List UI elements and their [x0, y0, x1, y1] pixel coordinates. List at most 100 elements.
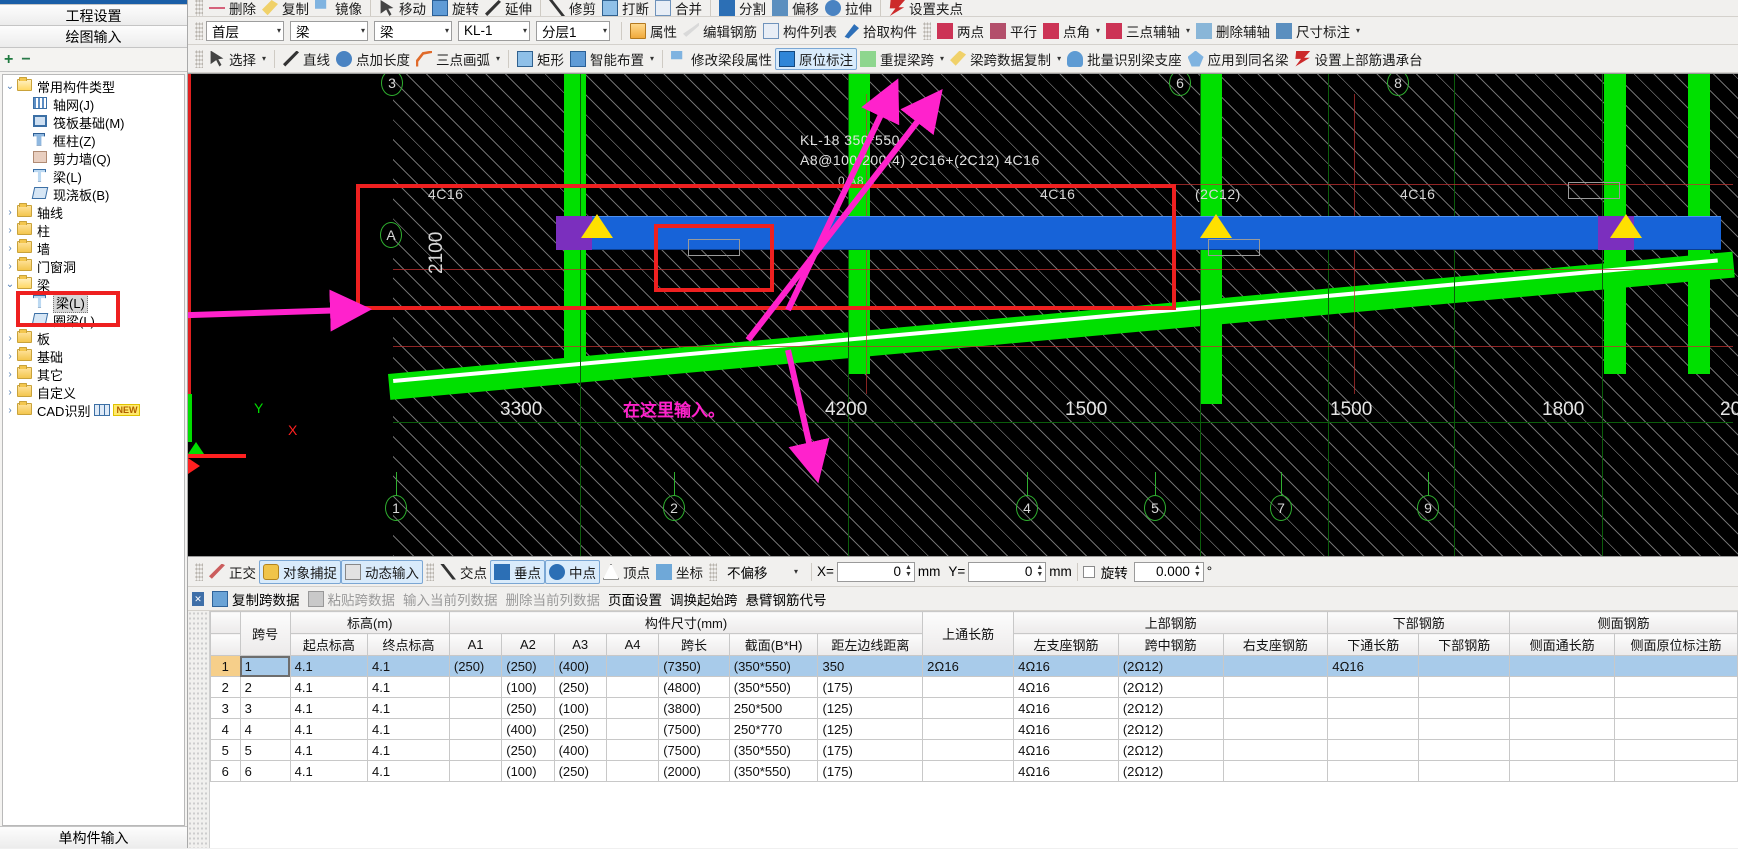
tree-item-其它[interactable]: › 其它: [3, 364, 184, 383]
chevron-right-icon[interactable]: ›: [3, 333, 17, 344]
cell-side_insitu[interactable]: [1613, 655, 1738, 677]
column-header-A1[interactable]: A1: [448, 633, 503, 656]
chevron-down-icon[interactable]: ▾: [361, 26, 365, 35]
cell-a2[interactable]: (400): [501, 718, 555, 740]
cell-left_dist[interactable]: (125): [817, 697, 924, 719]
cell-span_len[interactable]: (7500): [658, 718, 730, 740]
toolbar-grip[interactable]: [426, 562, 434, 581]
toolbar-item-平行[interactable]: 平行: [987, 20, 1040, 42]
chevron-down-icon[interactable]: ▾: [1096, 26, 1100, 35]
row-number[interactable]: 1: [210, 655, 241, 677]
chevron-down-icon[interactable]: ▾: [794, 567, 798, 576]
cell-side_through[interactable]: [1509, 697, 1615, 719]
column-header-跨长[interactable]: 跨长: [658, 633, 730, 656]
cell-left_support[interactable]: 4Ω16: [1013, 676, 1119, 698]
cell-a4[interactable]: [605, 760, 660, 782]
tree-item-轴网j[interactable]: 轴网(J): [3, 95, 184, 113]
cell-end_elev[interactable]: 4.1: [367, 655, 450, 677]
column-header-终点标高[interactable]: 终点标高: [367, 633, 450, 656]
span-marker-3[interactable]: [1610, 214, 1642, 238]
cell-side_through[interactable]: [1509, 676, 1615, 698]
cell-start_elev[interactable]: 4.1: [289, 760, 369, 782]
span-data-grid[interactable]: 跨号 标高(m) 构件尺寸(mm) 上通长筋 上部钢筋 下部钢筋 侧面钢筋 起点标高 终点标高 A…: [188, 611, 1738, 848]
project-settings-button[interactable]: 工程设置: [0, 4, 187, 26]
toolbar-item-梁跨数据复制[interactable]: 梁跨数据复制 ▾: [947, 48, 1064, 70]
tree-item-常用构件类型[interactable]: ⌄ 常用构件类型: [3, 76, 184, 95]
toolbar-item-分割[interactable]: 分割: [716, 0, 769, 16]
tree-item-现浇板b[interactable]: 现浇板(B): [3, 185, 184, 203]
cell-a3[interactable]: (250): [553, 676, 607, 698]
toolbar-grip[interactable]: [195, 0, 203, 16]
tree-item-梁l[interactable]: 梁(L): [3, 167, 184, 185]
cell-top_through[interactable]: [922, 718, 1015, 740]
drawing-input-button[interactable]: 绘图输入: [0, 26, 187, 48]
row-number[interactable]: 3: [210, 697, 241, 719]
toolbar-item-打断[interactable]: 打断: [599, 0, 652, 16]
table-row[interactable]: 1 1 4.1 4.1 (250) (250) (400) (7350) (350*550) 35…: [210, 655, 1738, 677]
toolbar-item-智能布置[interactable]: 智能布置 ▾: [567, 48, 657, 70]
cell-right_support[interactable]: [1222, 760, 1329, 782]
rotate-checkbox[interactable]: [1082, 565, 1095, 578]
column-header-左支座钢筋[interactable]: 左支座钢筋: [1013, 633, 1119, 656]
cell-left_dist[interactable]: (175): [817, 760, 924, 782]
cell-section[interactable]: (350*550): [728, 655, 819, 677]
spinner-icon[interactable]: ▲ ▼: [905, 564, 912, 578]
chevron-right-icon[interactable]: ›: [3, 225, 17, 236]
toolbar-item-点加长度[interactable]: 点加长度: [333, 48, 413, 70]
cell-a4[interactable]: [605, 697, 660, 719]
cell-bottom_rebar[interactable]: [1418, 760, 1511, 782]
cell-a3[interactable]: (400): [553, 655, 607, 677]
chevron-right-icon[interactable]: ›: [3, 261, 17, 272]
column-header-跨中钢筋[interactable]: 跨中钢筋: [1117, 633, 1224, 656]
cell-span_no[interactable]: 4: [239, 718, 291, 740]
cell-end_elev[interactable]: 4.1: [367, 760, 450, 782]
cell-left_support[interactable]: 4Ω16: [1013, 718, 1119, 740]
y-input[interactable]: 0 ▲ ▼: [968, 561, 1047, 582]
snap-toggle-正交[interactable]: 正交: [206, 561, 259, 583]
cell-right_support[interactable]: [1222, 697, 1329, 719]
cell-right_support[interactable]: [1222, 718, 1329, 740]
toolbar-item-两点[interactable]: 两点: [934, 20, 987, 42]
cell-bottom_rebar[interactable]: [1418, 697, 1511, 719]
cell-side_insitu[interactable]: [1613, 697, 1738, 719]
axis-bubble-7[interactable]: 7: [1270, 495, 1292, 521]
tree-item-筏板基础m[interactable]: 筏板基础(M): [3, 113, 184, 131]
cell-span_no[interactable]: 6: [239, 760, 291, 782]
cell-side_through[interactable]: [1509, 760, 1615, 782]
snap-toggle-对象捕捉[interactable]: 对象捕捉: [259, 559, 341, 584]
cell-end_elev[interactable]: 4.1: [367, 739, 450, 761]
cell-side_insitu[interactable]: [1613, 676, 1738, 698]
tree-item-板[interactable]: › 板: [3, 328, 184, 347]
toolbar-item-编辑钢筋[interactable]: 编辑钢筋: [680, 20, 760, 42]
column-header-A2[interactable]: A2: [501, 633, 555, 656]
toolbar-grip[interactable]: [195, 49, 203, 68]
axis-bubble-A[interactable]: A: [380, 222, 402, 248]
cell-a3[interactable]: (100): [553, 697, 607, 719]
component-tree[interactable]: ⌄ 常用构件类型 轴网(J) 筏板基础(M) 框柱(Z) 剪力墙(Q) 梁(L) 现浇板(B)…: [2, 74, 185, 826]
chevron-right-icon[interactable]: ›: [3, 369, 17, 380]
snap-toggle-动态输入[interactable]: 动态输入: [341, 559, 423, 584]
tree-item-框柱z[interactable]: 框柱(Z): [3, 131, 184, 149]
cell-a1[interactable]: [448, 739, 503, 761]
chevron-down-icon[interactable]: ▾: [650, 54, 654, 63]
cell-span_len[interactable]: (7350): [658, 655, 730, 677]
cell-span_len[interactable]: (3800): [658, 697, 730, 719]
cell-left_dist[interactable]: 350: [817, 655, 924, 677]
tree-item-cad识别[interactable]: › CAD识别 NEW: [3, 400, 184, 419]
toolbar-item-选择[interactable]: 选择 ▾: [206, 48, 269, 70]
cell-side_through[interactable]: [1509, 718, 1615, 740]
cell-mid_span[interactable]: (2Ω12): [1117, 697, 1224, 719]
chevron-down-icon[interactable]: ▾: [1356, 26, 1360, 35]
axis-bubble-5[interactable]: 5: [1144, 495, 1166, 521]
cell-side_insitu[interactable]: [1613, 718, 1738, 740]
row-number[interactable]: 4: [210, 718, 241, 740]
toolbar-item-三点辅轴[interactable]: 三点辅轴 ▾: [1103, 20, 1193, 42]
cell-left_support[interactable]: 4Ω16: [1013, 739, 1119, 761]
in-situ-annotation-button[interactable]: 原位标注: [775, 47, 858, 70]
cell-a1[interactable]: (250): [448, 655, 503, 677]
cell-side_insitu[interactable]: [1613, 760, 1738, 782]
cell-left_support[interactable]: 4Ω16: [1013, 760, 1119, 782]
snap-toggle-顶点[interactable]: 顶点: [600, 561, 653, 583]
category-select[interactable]: 梁 ▾: [290, 20, 368, 41]
table-row[interactable]: 5 5 4.1 4.1 (250) (400) (7500) (350*550) (175) 4Ω…: [210, 739, 1738, 761]
